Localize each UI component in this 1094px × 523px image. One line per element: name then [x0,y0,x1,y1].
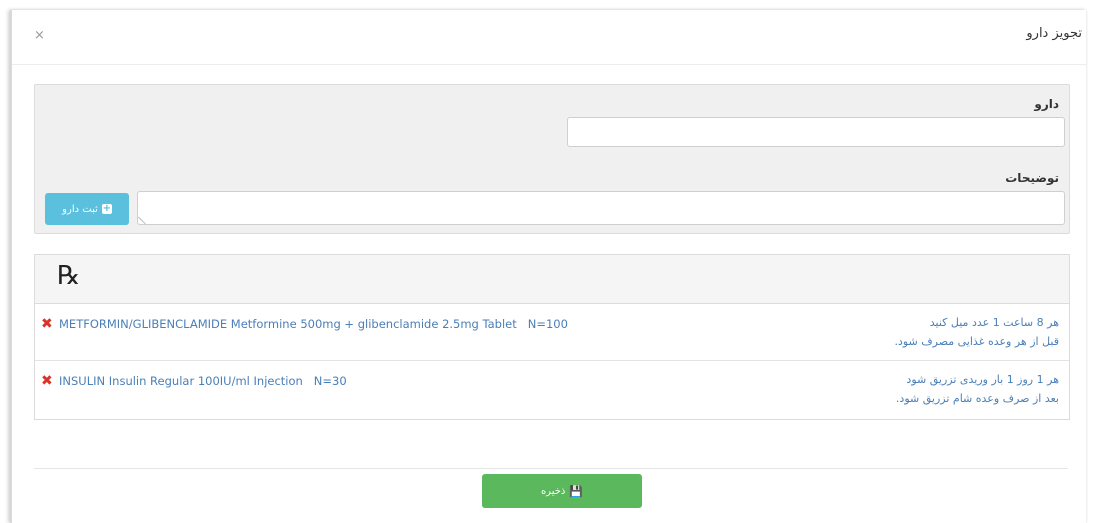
save-icon: 💾 [569,484,584,498]
resize-handle[interactable] [138,209,153,225]
dosage-instruction: هر 8 ساعت 1 عدد میل کنید [929,316,1059,329]
modal-title: تجویز دارو [1026,26,1082,41]
drug-quantity: N=30 [313,374,347,388]
drug-description: METFORMIN/GLIBENCLAMIDE Metformine 500mg… [59,317,568,331]
prescription-item: ✖ INSULIN Insulin Regular 100IU/ml Injec… [35,361,1069,417]
drug-label: دارو [1034,97,1059,111]
drug-input[interactable] [567,117,1065,147]
prescription-item: ✖ METFORMIN/GLIBENCLAMIDE Metformine 500… [35,304,1069,361]
usage-note: قبل از هر وعده غذایی مصرف شود. [894,335,1059,348]
description-textarea[interactable] [137,191,1065,225]
description-label: توضیحات [1005,171,1059,185]
remove-icon[interactable]: ✖ [41,316,53,332]
drug-quantity: N=100 [527,317,568,331]
remove-icon[interactable]: ✖ [41,373,53,389]
drug-description: INSULIN Insulin Regular 100IU/ml Injecti… [59,374,347,388]
dosage-instruction: هر 1 روز 1 بار وریدی تزریق شود [906,373,1059,386]
footer-divider [34,468,1068,469]
drug-form-panel: دارو توضیحات + ثبت دارو [34,84,1070,234]
close-icon[interactable]: × [34,28,45,43]
drug-name: METFORMIN/GLIBENCLAMIDE Metformine 500mg… [59,317,517,331]
plus-icon: + [101,203,112,214]
prescription-list: ℞ ✖ METFORMIN/GLIBENCLAMIDE Metformine 5… [34,254,1070,420]
modal-header: × تجویز دارو [12,10,1086,65]
usage-note: بعد از صرف وعده شام تزریق شود. [895,392,1059,405]
rx-symbol: ℞ [57,261,81,291]
rx-header: ℞ [35,255,1069,304]
add-drug-label: ثبت دارو [62,203,98,215]
prescription-modal: × تجویز دارو دارو توضیحات + ثبت دارو ℞ ✖… [10,10,1086,523]
save-label: ذخیره [540,485,566,497]
save-button[interactable]: 💾 ذخیره [482,474,642,508]
add-drug-button[interactable]: + ثبت دارو [45,193,129,225]
drug-name: INSULIN Insulin Regular 100IU/ml Injecti… [59,374,303,388]
